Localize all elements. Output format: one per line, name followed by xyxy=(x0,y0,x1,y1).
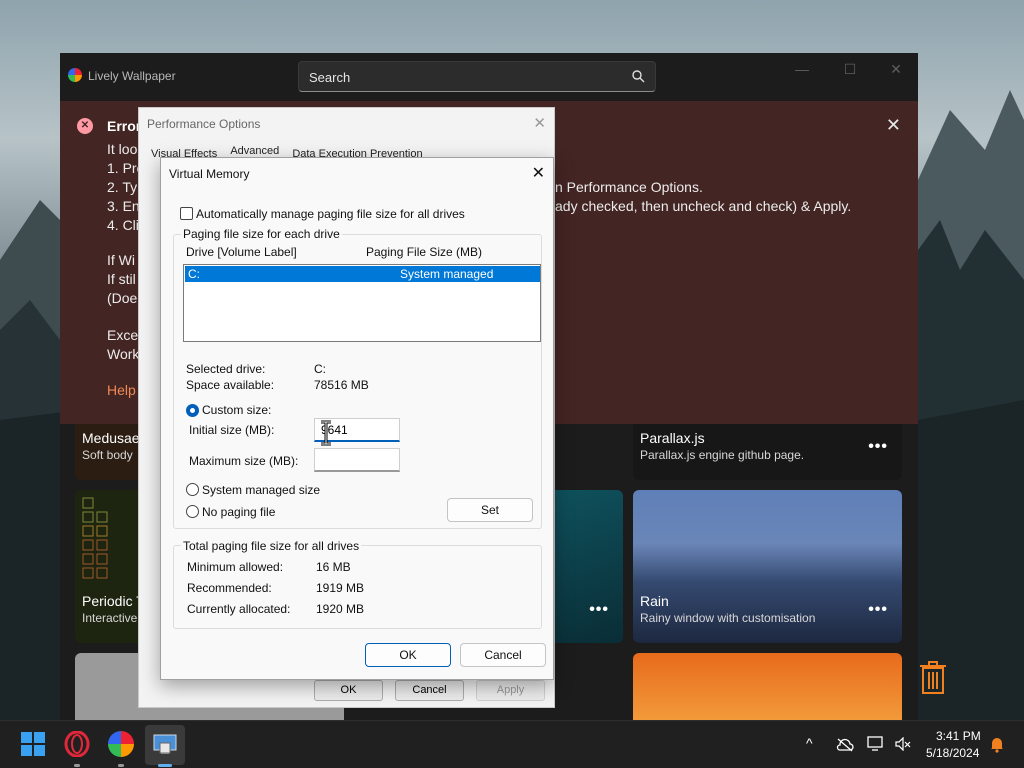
search-input[interactable]: Search xyxy=(298,61,656,92)
error-icon: ✕ xyxy=(77,118,93,134)
wallpaper-card[interactable]: Parallax.js Parallax.js engine github pa… xyxy=(633,424,902,480)
more-options-button[interactable]: ••• xyxy=(868,438,888,456)
text-cursor-icon xyxy=(321,420,331,446)
lively-app-title: Lively Wallpaper xyxy=(88,69,176,83)
space-available-label: Space available: xyxy=(186,378,275,392)
dialog-title: Virtual Memory xyxy=(169,167,250,181)
drive-letter: C: xyxy=(188,267,200,281)
recommended-label: Recommended: xyxy=(187,581,272,595)
minimum-allowed-label: Minimum allowed: xyxy=(187,560,284,574)
network-icon[interactable] xyxy=(867,736,885,752)
maximum-size-label: Maximum size (MB): xyxy=(189,454,299,468)
space-available-value: 78516 MB xyxy=(314,378,369,392)
error-line: Work xyxy=(107,346,140,362)
ok-button[interactable]: OK xyxy=(314,680,383,701)
auto-manage-label: Automatically manage paging file size fo… xyxy=(196,207,465,221)
ok-button[interactable]: OK xyxy=(365,643,451,667)
selected-drive-label: Selected drive: xyxy=(186,362,266,376)
card-description: Rainy window with customisation xyxy=(640,611,816,625)
drive-paging-size: System managed xyxy=(400,267,494,281)
initial-size-label: Initial size (MB): xyxy=(189,423,275,437)
custom-size-label: Custom size: xyxy=(202,403,272,417)
set-button[interactable]: Set xyxy=(447,498,533,522)
card-title: Parallax.js xyxy=(640,430,705,446)
group-label: Paging file size for each drive xyxy=(181,227,342,241)
error-line: If stil xyxy=(107,271,136,287)
search-placeholder: Search xyxy=(309,70,351,85)
system-managed-radio[interactable] xyxy=(186,483,199,496)
currently-allocated-value: 1920 MB xyxy=(316,602,365,616)
total-group-label: Total paging file size for all drives xyxy=(181,539,362,553)
close-button[interactable]: ✕ xyxy=(532,163,545,183)
lively-wallpaper-taskbar-icon[interactable] xyxy=(108,731,134,757)
column-header-drive: Drive [Volume Label] xyxy=(186,245,297,259)
cancel-button[interactable]: Cancel xyxy=(395,680,464,701)
trash-icon[interactable] xyxy=(920,661,946,695)
more-options-button[interactable]: ••• xyxy=(868,601,888,619)
selected-drive-value: C: xyxy=(314,362,326,376)
clock-time[interactable]: 3:41 PM xyxy=(936,729,981,743)
system-properties-icon[interactable] xyxy=(152,731,178,757)
error-close-button[interactable]: ✕ xyxy=(886,115,901,136)
close-window-button[interactable]: ✕ xyxy=(884,61,908,77)
no-paging-file-label: No paging file xyxy=(202,505,276,519)
maximum-size-field[interactable] xyxy=(314,448,400,472)
running-indicator xyxy=(74,764,80,767)
card-description: Parallax.js engine github page. xyxy=(640,448,805,462)
error-title: Error xyxy=(107,118,142,134)
error-line: It loo xyxy=(107,141,138,157)
search-icon[interactable] xyxy=(632,70,645,83)
card-description: Soft body xyxy=(82,448,133,462)
start-icon[interactable] xyxy=(20,731,46,757)
error-line-right: n Performance Options. xyxy=(555,179,703,195)
maximize-button[interactable]: ☐ xyxy=(838,61,862,77)
auto-manage-checkbox[interactable] xyxy=(180,207,193,220)
notification-bell-icon[interactable] xyxy=(989,736,1005,753)
wallpaper-card[interactable] xyxy=(633,653,902,720)
recommended-value: 1919 MB xyxy=(316,581,365,595)
wallpaper-card[interactable]: Rain Rainy window with customisation ••• xyxy=(633,490,902,643)
error-line: 3. En xyxy=(107,198,140,214)
close-button[interactable]: ✕ xyxy=(533,114,546,132)
help-link[interactable]: Help xyxy=(107,382,136,398)
card-title: Rain xyxy=(640,593,669,609)
tab-advanced[interactable]: Advanced xyxy=(230,145,279,157)
drive-list[interactable]: C: System managed xyxy=(183,264,541,342)
chevron-up-icon[interactable]: ^ xyxy=(806,735,813,751)
cancel-button[interactable]: Cancel xyxy=(460,643,546,667)
lively-logo-icon xyxy=(68,68,82,82)
running-indicator xyxy=(118,764,124,767)
minimum-allowed-value: 16 MB xyxy=(316,560,351,574)
volume-muted-icon[interactable] xyxy=(895,737,911,751)
lively-titlebar: Lively Wallpaper Search — ☐ ✕ xyxy=(60,53,918,99)
card-description: Interactive xyxy=(82,611,138,625)
cloud-offline-icon[interactable] xyxy=(836,738,854,752)
column-header-size: Paging File Size (MB) xyxy=(366,245,483,259)
system-managed-label: System managed size xyxy=(202,483,321,497)
opera-browser-icon[interactable] xyxy=(64,731,90,757)
dialog-title: Performance Options xyxy=(147,117,261,131)
taskbar: ^ 3:41 PM 5/18/2024 xyxy=(0,720,1024,768)
no-paging-file-radio[interactable] xyxy=(186,505,199,518)
drive-row[interactable]: C: System managed xyxy=(185,266,540,282)
card-title: Medusae xyxy=(82,430,140,446)
clock-date[interactable]: 5/18/2024 xyxy=(926,746,979,760)
running-indicator xyxy=(158,764,172,767)
currently-allocated-label: Currently allocated: xyxy=(187,602,291,616)
error-line: (Doe xyxy=(107,290,138,306)
minimize-button[interactable]: — xyxy=(790,61,814,77)
error-line-right: ady checked, then uncheck and check) & A… xyxy=(555,198,852,214)
more-options-button[interactable]: ••• xyxy=(589,601,609,619)
card-title: Periodic T xyxy=(82,593,145,609)
apply-button[interactable]: Apply xyxy=(476,680,545,701)
error-line: If Wi xyxy=(107,252,135,268)
error-line: 4. Cli xyxy=(107,217,139,233)
virtual-memory-dialog: Virtual Memory ✕ Automatically manage pa… xyxy=(160,157,554,680)
custom-size-radio[interactable] xyxy=(186,404,199,417)
